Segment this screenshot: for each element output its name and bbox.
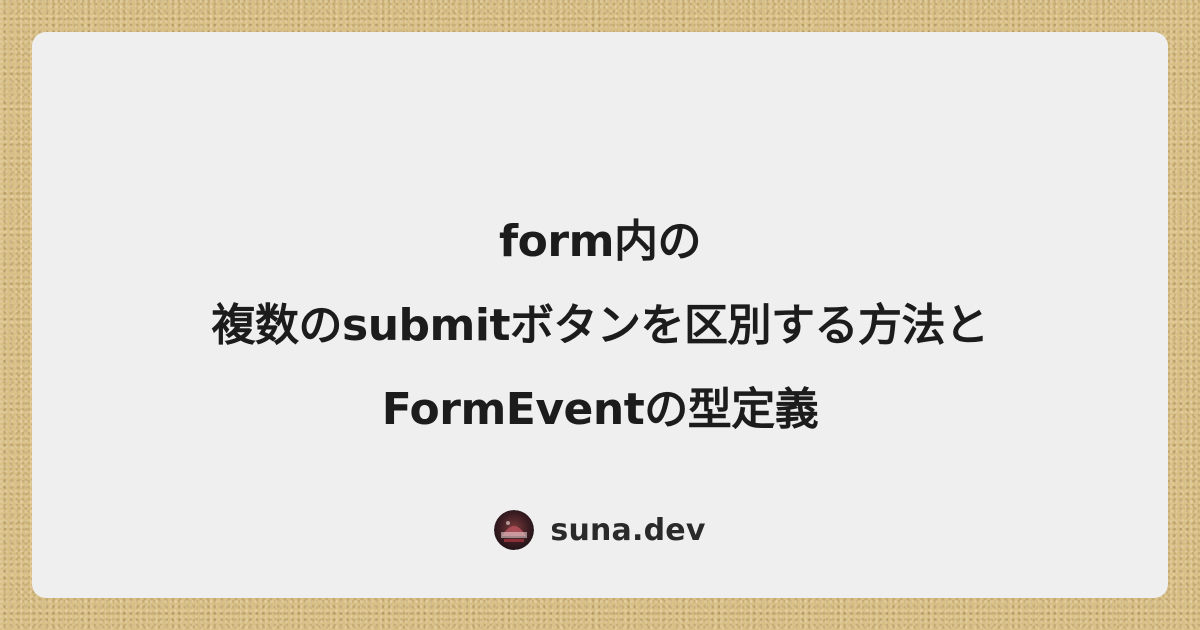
title-line-2: 複数のsubmitボタンを区別する方法と: [211, 300, 989, 351]
title-line-1: form内の: [499, 216, 701, 267]
author-info: suna.dev: [32, 508, 1168, 552]
title-card: form内の 複数のsubmitボタンを区別する方法と FormEventの型定…: [32, 32, 1168, 598]
author-name: suna.dev: [550, 512, 706, 548]
title-line-3: FormEventの型定義: [381, 384, 819, 435]
page-title: form内の 複数のsubmitボタンを区別する方法と FormEventの型定…: [32, 200, 1168, 452]
avatar-logo-icon: [494, 510, 535, 550]
